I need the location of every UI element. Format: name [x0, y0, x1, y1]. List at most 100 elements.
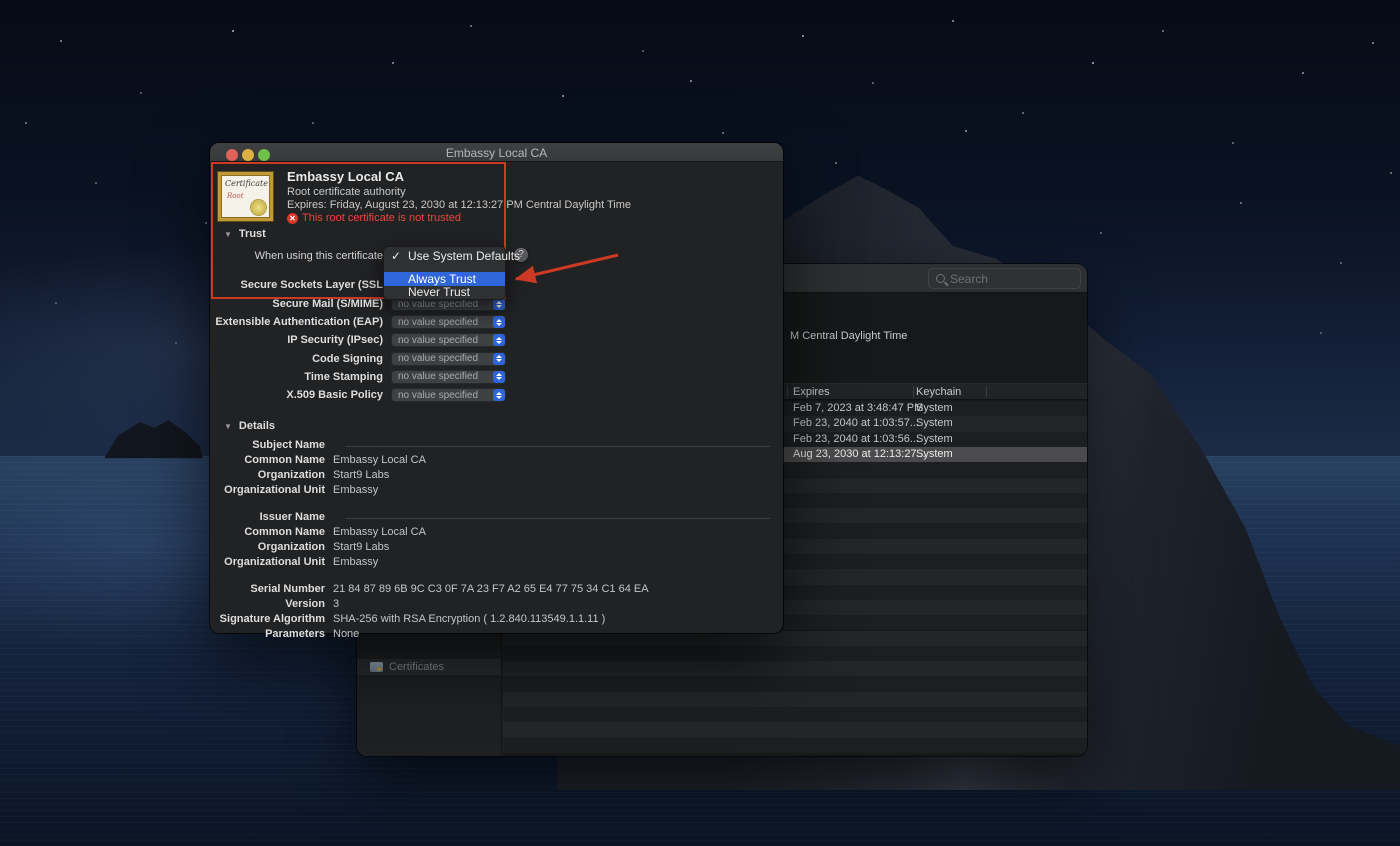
policy-label: Code Signing: [210, 353, 383, 365]
policy-row: Code Signing no value specified: [210, 352, 783, 367]
detail-label: Organizational Unit: [210, 556, 325, 568]
cell-expires: Feb 23, 2040 at 1:03:56...: [793, 433, 919, 445]
cell-keychain: System: [916, 417, 953, 429]
detail-value: Embassy Local CA: [333, 526, 426, 538]
cell-expires: Aug 23, 2030 at 12:13:27...: [793, 448, 926, 460]
policy-popup-button[interactable]: no value specified: [391, 352, 506, 366]
policy-label: Time Stamping: [210, 371, 383, 383]
search-icon: [936, 274, 945, 283]
checkmark-icon: ✓: [391, 247, 401, 266]
detail-row: Version 3: [210, 597, 775, 612]
policy-popup-button[interactable]: no value specified: [391, 370, 506, 384]
column-header-expires[interactable]: Expires: [793, 386, 830, 398]
detail-label: Organization: [210, 541, 325, 553]
table-row-empty: [503, 707, 1087, 722]
table-row-empty: [503, 722, 1087, 737]
certificate-category-icon: [370, 662, 383, 672]
table-row-empty: [503, 646, 1087, 661]
menu-item-use-system-defaults[interactable]: ✓Use System Defaults: [384, 247, 505, 266]
cell-expires: Feb 7, 2023 at 3:48:47 PM: [793, 402, 923, 414]
search-input[interactable]: Search: [928, 268, 1081, 289]
search-placeholder: Search: [950, 272, 988, 286]
detail-label: Common Name: [210, 526, 325, 538]
popup-chevrons-icon: [493, 316, 505, 328]
detail-row: Organization Start9 Labs: [210, 540, 775, 555]
detail-label: Serial Number: [210, 583, 325, 595]
menu-item-label: Always Trust: [408, 272, 476, 286]
policy-row: IP Security (IPsec) no value specified: [210, 333, 783, 348]
detail-value: SHA-256 with RSA Encryption ( 1.2.840.11…: [333, 613, 605, 625]
policy-value: no value specified: [391, 371, 493, 382]
detail-value: Embassy: [333, 484, 378, 496]
column-separator[interactable]: [986, 386, 987, 397]
policy-popup-button[interactable]: no value specified: [391, 315, 506, 329]
detail-row: Organizational Unit Embassy: [210, 483, 775, 498]
detail-value: 3: [333, 598, 339, 610]
detail-value: Embassy Local CA: [333, 454, 426, 466]
policy-value: no value specified: [391, 317, 493, 328]
detail-label: Version: [210, 598, 325, 610]
policy-value: no value specified: [391, 353, 493, 364]
annotation-arrow: [498, 244, 626, 290]
detail-label: Common Name: [210, 454, 325, 466]
cell-keychain: System: [916, 448, 953, 460]
detail-value: Embassy: [333, 556, 378, 568]
policy-row: X.509 Basic Policy no value specified: [210, 388, 783, 403]
detail-value: 21 84 87 89 6B 9C C3 0F 7A 23 F7 A2 65 E…: [333, 583, 649, 595]
wallpaper-stars: [0, 0, 2, 2]
title-bar[interactable]: Embassy Local CA: [210, 143, 783, 162]
detail-row: Serial Number 21 84 87 89 6B 9C C3 0F 7A …: [210, 582, 775, 597]
detail-row: Subject Name: [210, 438, 775, 453]
menu-item-never-trust[interactable]: Never Trust: [384, 286, 505, 299]
policy-label: IP Security (IPsec): [210, 334, 383, 346]
policy-label: X.509 Basic Policy: [210, 389, 383, 401]
cell-expires: Feb 23, 2040 at 1:03:57...: [793, 417, 919, 429]
popup-chevrons-icon: [493, 334, 505, 346]
selected-cert-expiry-partial: M Central Daylight Time: [790, 330, 907, 342]
table-row-empty: [503, 661, 1087, 676]
table-row-empty: [503, 738, 1087, 753]
disclosure-triangle-icon[interactable]: ▼: [224, 422, 232, 431]
policy-row: Time Stamping no value specified: [210, 370, 783, 385]
detail-row: Organization Start9 Labs: [210, 468, 775, 483]
column-separator[interactable]: [913, 386, 914, 397]
table-row-empty: [503, 676, 1087, 691]
section-rule: [345, 446, 770, 447]
detail-value: Start9 Labs: [333, 469, 389, 481]
cell-keychain: System: [916, 402, 953, 414]
policy-popup-button[interactable]: no value specified: [391, 333, 506, 347]
detail-label: Parameters: [210, 628, 325, 640]
cell-keychain: System: [916, 433, 953, 445]
popup-chevrons-icon: [493, 371, 505, 383]
details-section-label: Details: [239, 420, 275, 432]
detail-row: Common Name Embassy Local CA: [210, 453, 775, 468]
trust-popup-menu: ✓Use System Defaults Always TrustNever Tr…: [383, 246, 506, 300]
policy-value: no value specified: [391, 335, 493, 346]
window-title: Embassy Local CA: [210, 146, 783, 160]
menu-item-label: Never Trust: [408, 285, 470, 299]
policy-label: Secure Mail (S/MIME): [210, 298, 383, 310]
detail-label: Issuer Name: [210, 511, 325, 523]
details-section-header: ▼ Details: [224, 420, 275, 432]
policy-popup-button[interactable]: no value specified: [391, 388, 506, 402]
column-header-keychain[interactable]: Keychain: [916, 386, 961, 398]
table-row-empty: [503, 692, 1087, 707]
policy-value: no value specified: [391, 390, 493, 401]
detail-value: Start9 Labs: [333, 541, 389, 553]
detail-label: Organization: [210, 469, 325, 481]
detail-label: Signature Algorithm: [210, 613, 325, 625]
detail-label: Organizational Unit: [210, 484, 325, 496]
policy-value: no value specified: [391, 299, 493, 310]
detail-row: Organizational Unit Embassy: [210, 555, 775, 570]
detail-row: Common Name Embassy Local CA: [210, 525, 775, 540]
sidebar-item-label: Certificates: [389, 661, 444, 673]
detail-label: Subject Name: [210, 439, 325, 451]
column-separator[interactable]: [787, 386, 788, 397]
section-rule: [345, 518, 770, 519]
detail-row: Parameters None: [210, 627, 775, 642]
detail-value: None: [333, 628, 359, 640]
policy-row: Extensible Authentication (EAP)no value …: [210, 315, 783, 330]
popup-chevrons-icon: [493, 389, 505, 401]
sidebar-item-certificates[interactable]: Certificates: [357, 659, 501, 675]
menu-item-always-trust[interactable]: Always Trust: [384, 272, 505, 286]
